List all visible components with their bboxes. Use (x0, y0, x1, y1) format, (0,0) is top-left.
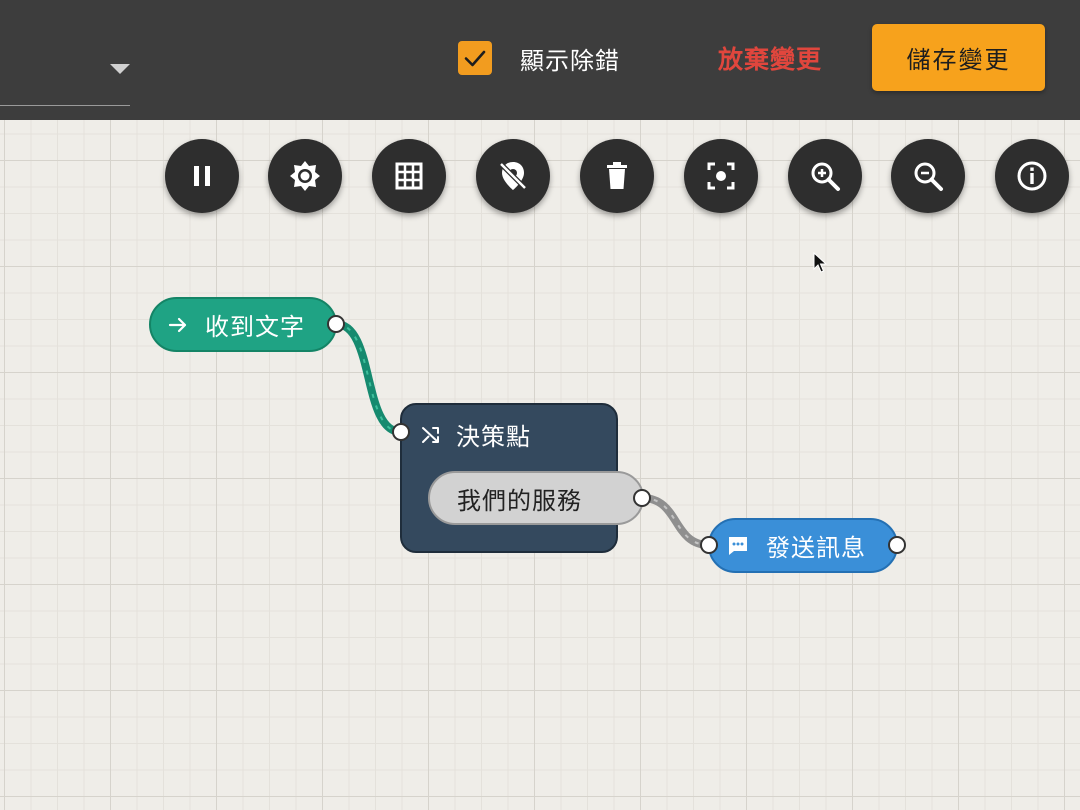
info-icon (1017, 161, 1047, 191)
hide-location-button[interactable] (476, 139, 550, 213)
grid-icon (395, 162, 423, 190)
debug-label: 顯示除錯 (520, 46, 620, 75)
trigger-output-port[interactable] (327, 315, 345, 333)
zoom-out-button[interactable] (891, 139, 965, 213)
node-text-received-label: 收到文字 (205, 313, 305, 341)
trash-icon (607, 162, 627, 189)
send-input-port[interactable] (700, 536, 718, 554)
shuffle-icon (422, 426, 439, 443)
pause-button[interactable] (165, 139, 239, 213)
zoom-in-button[interactable] (788, 139, 862, 213)
flow-selector[interactable] (0, 30, 130, 106)
top-bar: 顯示除錯 放棄變更 儲存變更 (0, 0, 1080, 120)
send-output-port[interactable] (888, 536, 906, 554)
zoom-out-icon (914, 162, 943, 191)
decision-option-output-port[interactable] (633, 489, 651, 507)
decision-input-port[interactable] (392, 423, 410, 441)
settings-button[interactable] (268, 139, 342, 213)
check-icon (464, 50, 486, 67)
node-send-message-label: 發送訊息 (766, 534, 866, 562)
center-focus-button[interactable] (684, 139, 758, 213)
debug-checkbox[interactable] (458, 41, 492, 75)
location-off-icon (499, 162, 527, 190)
discard-changes-button[interactable]: 放棄變更 (700, 36, 840, 80)
mouse-cursor-icon (813, 252, 828, 273)
pause-icon (194, 166, 210, 186)
decision-option[interactable]: 我們的服務 (428, 471, 644, 525)
node-text-received[interactable]: 收到文字 (149, 297, 337, 352)
decision-title-row: 決策點 (420, 417, 531, 452)
decision-title: 決策點 (456, 423, 531, 451)
delete-button[interactable] (580, 139, 654, 213)
node-send-message[interactable]: 發送訊息 (708, 518, 898, 573)
arrow-right-icon (168, 317, 187, 332)
center-focus-icon (707, 162, 735, 190)
info-button[interactable] (995, 139, 1069, 213)
caret-down-icon (110, 64, 130, 74)
chat-icon (729, 536, 747, 555)
show-debug-toggle[interactable]: 顯示除錯 (458, 40, 620, 76)
zoom-in-icon (811, 162, 840, 191)
gear-icon (290, 161, 320, 191)
save-changes-button[interactable]: 儲存變更 (872, 24, 1045, 91)
grid-button[interactable] (372, 139, 446, 213)
